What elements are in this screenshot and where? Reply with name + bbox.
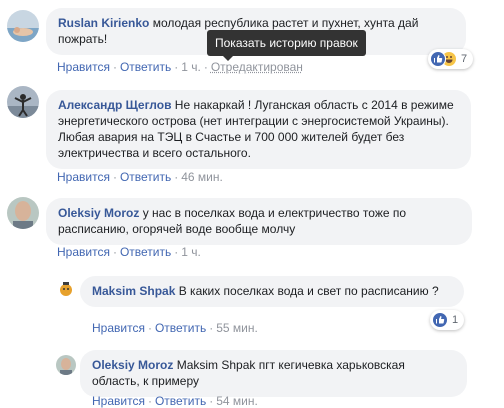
comment-author[interactable]: Maksim Shpak [92, 284, 175, 298]
comment-bubble: Oleksiy Moroz у нас в поселках вода и ел… [46, 198, 472, 245]
avatar[interactable] [56, 355, 76, 375]
like-link[interactable]: Нравится [92, 394, 145, 408]
comment-time[interactable]: 54 мин. [216, 394, 258, 408]
comment-author[interactable]: Ruslan Kirienko [58, 16, 149, 30]
comment-author[interactable]: Oleksiy Moroz [92, 358, 173, 372]
reply-link[interactable]: Ответить [120, 245, 171, 259]
reaction-count: 7 [461, 53, 468, 65]
comment-bubble: Oleksiy Moroz Maksim Shpak пгт кегичевка… [80, 350, 467, 397]
reply-link[interactable]: Ответить [120, 170, 171, 184]
comment-actions: Нравится · Ответить · 55 мин. [92, 321, 258, 335]
comment-actions: Нравится · Ответить · 1 ч. [57, 245, 201, 259]
like-reaction-icon [432, 312, 448, 328]
avatar[interactable] [7, 197, 39, 229]
comment-time[interactable]: 46 мин. [181, 170, 223, 184]
comment-author[interactable]: Александр Щеглов [58, 98, 171, 112]
edit-history-tooltip: Показать историю правок [207, 30, 366, 61]
reply-link[interactable]: Ответить [155, 321, 206, 335]
like-reaction-icon [430, 51, 446, 67]
reaction-summary[interactable]: 7 [428, 49, 474, 69]
comment-author[interactable]: Oleksiy Moroz [58, 206, 139, 220]
comment-actions: Нравится · Ответить · 46 мин. [57, 170, 223, 184]
like-link[interactable]: Нравится [92, 321, 145, 335]
avatar[interactable] [7, 10, 39, 42]
reply-link[interactable]: Ответить [120, 60, 171, 74]
avatar[interactable] [7, 86, 39, 118]
like-link[interactable]: Нравится [57, 60, 110, 74]
avatar[interactable] [56, 279, 76, 299]
edited-link[interactable]: Отредактирован [211, 60, 303, 74]
reaction-count: 1 [452, 314, 459, 326]
comment-time[interactable]: 55 мин. [216, 321, 258, 335]
comment-bubble: Maksim Shpak В каких поселках вода и све… [80, 276, 464, 307]
comment-text: В каких поселках вода и свет по расписан… [178, 284, 439, 298]
like-link[interactable]: Нравится [57, 170, 110, 184]
like-link[interactable]: Нравится [57, 245, 110, 259]
comment-bubble: Александр Щеглов Не накаркай ! Луганская… [46, 90, 471, 169]
comment-actions: Нравится · Ответить · 54 мин. [92, 394, 258, 408]
comment-time[interactable]: 1 ч. [181, 245, 201, 259]
reaction-summary[interactable]: 1 [430, 310, 465, 330]
comment-time[interactable]: 1 ч. [181, 60, 201, 74]
reply-link[interactable]: Ответить [155, 394, 206, 408]
comment-actions: Нравится · Ответить · 1 ч. · Отредактирован [57, 60, 303, 74]
